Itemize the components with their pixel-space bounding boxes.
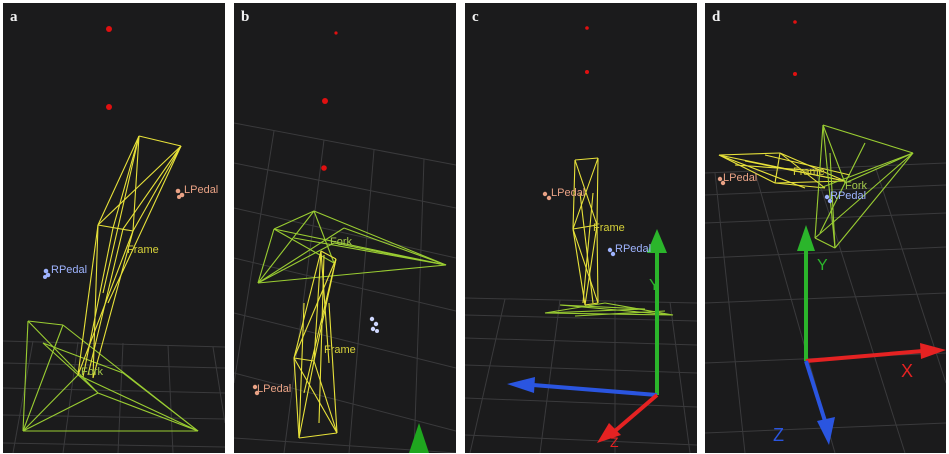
frame-mesh [77, 135, 182, 379]
marker-dot [321, 165, 327, 171]
panel-letter: c [472, 9, 479, 25]
panel-d: LPedal Frame Fork RPedal Y X Z d [705, 3, 946, 453]
panel-a: LPedal RPedal Frame Fork a [3, 3, 225, 453]
lpedal-label: LPedal [551, 187, 585, 199]
axis-x-label: X [901, 361, 913, 381]
panel-letter: a [10, 9, 18, 25]
fork-mesh [22, 320, 199, 432]
marker-dot [106, 26, 112, 32]
ground-grid [234, 122, 456, 453]
viewport-b: Fork Frame LPedal [234, 31, 456, 453]
fork-label: Fork [81, 366, 104, 378]
axis-y-label: Y [649, 277, 660, 294]
rpedal-marker [369, 316, 379, 333]
panel-c: LPedal Frame RPedal Y Z c [465, 3, 697, 453]
panel-b: Fork Frame LPedal b [234, 3, 456, 453]
marker-dot [585, 70, 589, 74]
panel-letter: d [712, 9, 721, 25]
marker-dot [585, 26, 589, 30]
lpedal-label: LPedal [723, 172, 757, 184]
lpedal-marker [542, 191, 552, 201]
rpedal-marker [43, 268, 51, 279]
panel-letter: b [241, 9, 250, 25]
marker-dot [322, 98, 328, 104]
fork-mesh [257, 210, 447, 284]
rpedal-label: RPedal [615, 243, 651, 255]
rpedal-label: RPedal [51, 264, 87, 276]
axis-y-label: Y [817, 257, 828, 274]
marker-dot [334, 31, 338, 35]
fork-label: Fork [330, 236, 353, 248]
frame-label: Frame [793, 166, 825, 178]
marker-dot [793, 20, 797, 24]
lpedal-label: LPedal [257, 383, 291, 395]
lpedal-marker [175, 188, 185, 199]
viewport-c: LPedal Frame RPedal Y Z [465, 26, 697, 453]
fork-mesh [544, 302, 674, 317]
frame-label: Frame [593, 222, 625, 234]
marker-dot [106, 104, 112, 110]
frame-label: Frame [127, 244, 159, 256]
axis-z-label: Z [610, 434, 619, 450]
lpedal-label: LPedal [184, 184, 218, 196]
viewport-a: LPedal RPedal Frame Fork [3, 26, 225, 453]
ground-grid [465, 297, 697, 453]
frame-label: Frame [324, 344, 356, 356]
viewport-d: LPedal Frame Fork RPedal Y X Z [705, 20, 946, 453]
axis-y-arrow [409, 423, 429, 453]
ground-grid [705, 162, 946, 453]
rpedal-label: RPedal [830, 190, 866, 202]
axis-z-label: Z [773, 425, 784, 445]
marker-dot [793, 72, 797, 76]
